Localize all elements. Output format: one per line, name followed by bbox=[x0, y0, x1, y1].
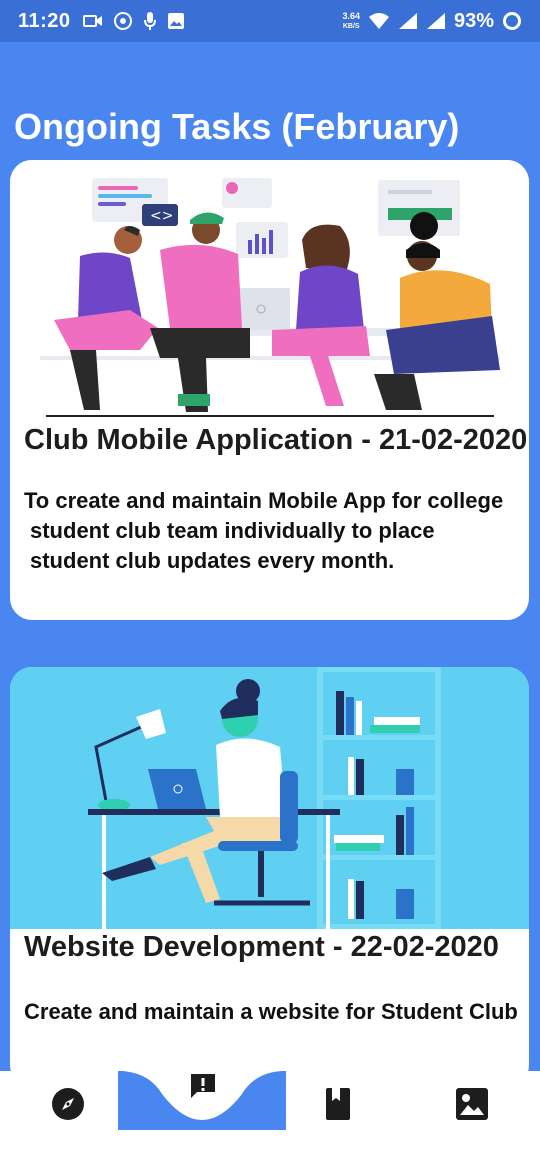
task-description-line: student club team individually to place bbox=[30, 518, 435, 543]
task-title: Club Mobile Application - 21-02-2020 bbox=[24, 424, 528, 456]
nav-item-explore[interactable] bbox=[48, 1084, 88, 1124]
network-speed: 3.64 KB/S bbox=[342, 10, 360, 31]
compass-icon bbox=[52, 1088, 84, 1120]
task-description-line: To create and maintain Mobile App for co… bbox=[24, 488, 504, 513]
image-icon bbox=[167, 13, 184, 29]
wifi-icon bbox=[368, 13, 389, 29]
status-time: 11:20 bbox=[18, 9, 71, 32]
video-record-icon bbox=[82, 15, 102, 27]
task-title: Website Development - 22-02-2020 bbox=[24, 931, 499, 963]
microphone-icon bbox=[143, 12, 156, 30]
nav-item-report[interactable] bbox=[172, 1055, 234, 1117]
task-description-line: student club updates every month. bbox=[30, 548, 395, 573]
task-card[interactable]: <> Club Mobile Application - 21-02-2020 … bbox=[10, 160, 529, 620]
gallery-icon bbox=[456, 1088, 488, 1120]
report-icon bbox=[191, 1074, 215, 1098]
signal-icon bbox=[398, 13, 417, 29]
network-speed-unit: KB/S bbox=[342, 22, 360, 30]
developer-desk-illustration bbox=[10, 667, 529, 929]
book-icon bbox=[326, 1088, 350, 1120]
battery-icon bbox=[503, 12, 521, 30]
task-card[interactable]: Website Development - 22-02-2020 Create … bbox=[10, 667, 529, 1087]
nav-item-books[interactable] bbox=[318, 1084, 358, 1124]
network-speed-value: 3.64 bbox=[342, 10, 360, 21]
task-description: To create and maintain Mobile App for co… bbox=[24, 486, 524, 576]
team-meeting-illustration: <> bbox=[10, 160, 529, 418]
nav-item-gallery[interactable] bbox=[452, 1084, 492, 1124]
svg-text:<>: <> bbox=[150, 208, 173, 224]
task-description: Create and maintain a website for Studen… bbox=[24, 999, 518, 1024]
page-title: Ongoing Tasks (February) bbox=[14, 106, 460, 147]
battery-percent: 93% bbox=[453, 9, 494, 32]
status-bar: 11:20 3.64 KB/S 93% bbox=[0, 0, 540, 42]
signal-icon-2 bbox=[426, 13, 445, 29]
music-note-icon bbox=[113, 12, 132, 30]
